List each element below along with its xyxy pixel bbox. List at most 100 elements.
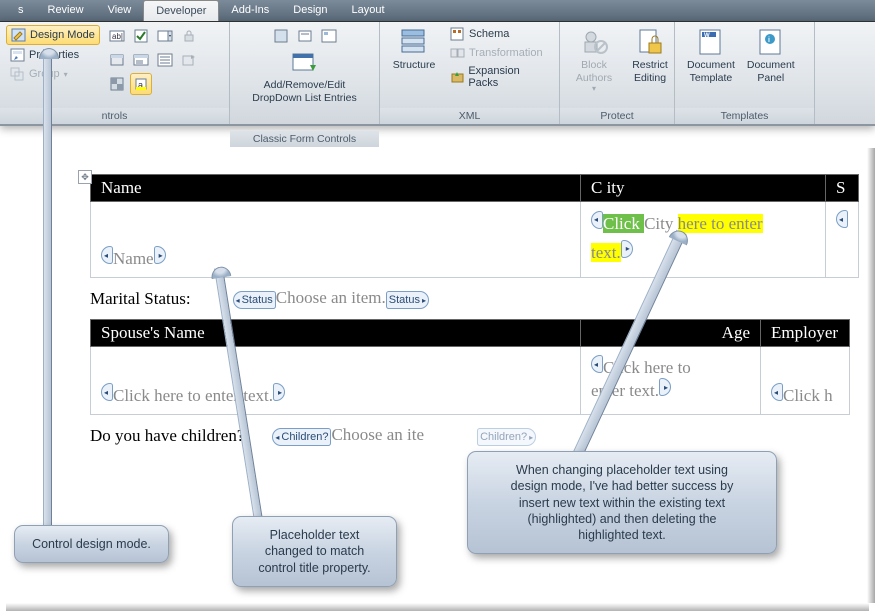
cfc-1[interactable] — [270, 25, 292, 47]
lock-button — [178, 25, 200, 47]
combobox-button[interactable] — [154, 25, 176, 47]
cell-name[interactable]: Name — [91, 202, 581, 278]
form-table-2: Spouse's Name Age Employer Click here to… — [90, 319, 850, 415]
s-tag-start[interactable] — [836, 210, 848, 228]
form-table-1: Name C ity S Name Click City here to ent… — [90, 174, 859, 278]
marital-status-label: Marital Status: — [90, 289, 203, 309]
cell-spouse[interactable]: Click here to enter text. — [91, 347, 581, 415]
tab-design[interactable]: Design — [281, 0, 339, 21]
transformation-icon — [450, 46, 465, 60]
children-label: Do you have children? — [90, 426, 256, 446]
expansion-packs-button[interactable]: Expansion Packs — [446, 63, 553, 91]
structure-button[interactable]: Structure — [386, 25, 442, 107]
emp-placeholder: Click h — [783, 386, 833, 405]
reset-button — [178, 49, 200, 71]
age-tag-end[interactable] — [659, 378, 671, 396]
reset-icon — [181, 52, 197, 68]
cell-employer[interactable]: Click h — [761, 347, 850, 415]
city-word: City — [644, 214, 678, 233]
dropdown-icon — [133, 52, 149, 68]
checkbox-button[interactable] — [130, 25, 152, 47]
listbox-button[interactable] — [154, 49, 176, 71]
svg-text:ab|: ab| — [112, 32, 123, 41]
restrict-editing-button[interactable]: Restrict Editing — [622, 25, 678, 107]
addremove-dropdown-button[interactable]: Add/Remove/Edit DropDown List Entries — [246, 49, 362, 131]
table-move-handle[interactable]: ✥ — [78, 170, 92, 184]
cell-s[interactable] — [826, 202, 859, 278]
document-template-icon: W — [696, 27, 726, 57]
listbox-icon — [157, 52, 173, 68]
frame-icon — [109, 52, 125, 68]
spouse-placeholder: Click here to enter text. — [113, 386, 273, 405]
name-tag-start[interactable] — [101, 246, 113, 264]
shading-button[interactable] — [106, 73, 128, 95]
bottom-shadow — [6, 603, 869, 611]
document-template-button[interactable]: W Document Template — [681, 25, 741, 107]
schema-label: Schema — [469, 28, 509, 40]
connector-1 — [43, 49, 52, 525]
tab-addins[interactable]: Add-Ins — [219, 0, 281, 21]
addremove-icon — [290, 51, 320, 77]
document-template-label: Document Template — [687, 59, 735, 84]
xml-group-label: XML — [380, 108, 559, 124]
structure-label: Structure — [393, 59, 436, 72]
controls-group-label: ntrols — [0, 108, 229, 124]
textbox-icon: ab| — [109, 28, 125, 44]
city-click: Click — [603, 214, 644, 233]
callout-highlight-tip: When changing placeholder text using des… — [467, 451, 777, 554]
th-city: C ity — [581, 175, 826, 202]
name-tag-end[interactable] — [154, 246, 166, 264]
city-tag-end[interactable] — [621, 240, 633, 258]
th-spouse: Spouse's Name — [91, 320, 581, 347]
cfc-2[interactable] — [294, 25, 316, 47]
th-age: Age — [581, 320, 761, 347]
th-name: Name — [91, 175, 581, 202]
children-tag-start[interactable]: Children? — [272, 428, 331, 446]
callout-design-mode: Control design mode. — [14, 525, 169, 563]
shading-icon — [109, 76, 125, 92]
design-mode-button[interactable]: Design Mode — [6, 25, 100, 45]
block-authors-label: Block Authors — [576, 59, 612, 84]
svg-text:W: W — [704, 33, 710, 39]
lock-icon — [181, 28, 197, 44]
th-s: S — [826, 175, 859, 202]
highlight-button[interactable]: a — [130, 73, 152, 95]
chevron-down-icon: ▾ — [592, 84, 596, 93]
schema-button[interactable]: Schema — [446, 25, 553, 43]
legacy-textbox-button[interactable]: ab| — [106, 25, 128, 47]
highlight-icon: a — [133, 76, 149, 92]
transformation-label: Transformation — [469, 47, 543, 59]
document-area: ✥ Name C ity S Name Click City here to e… — [0, 126, 875, 446]
emp-tag-start[interactable] — [771, 383, 783, 401]
callout-placeholder: Placeholder text changed to match contro… — [232, 516, 397, 587]
spouse-tag-start[interactable] — [101, 383, 113, 401]
cell-city[interactable]: Click City here to enter text. — [581, 202, 826, 278]
age-tag-start[interactable] — [591, 355, 603, 373]
group-button[interactable]: Group ▾ — [6, 65, 100, 83]
addremove-label: Add/Remove/Edit DropDown List Entries — [252, 79, 356, 104]
city-tag-start[interactable] — [591, 211, 603, 229]
children-tag-end[interactable]: Children? — [477, 428, 536, 446]
restrict-editing-icon — [635, 27, 665, 57]
tab-partial[interactable]: s — [6, 0, 36, 21]
ribbon-tabs: s Review View Developer Add-Ins Design L… — [0, 0, 875, 22]
schema-icon — [450, 27, 465, 41]
frame-button[interactable] — [106, 49, 128, 71]
document-panel-button[interactable]: i Document Panel — [741, 25, 801, 107]
status-placeholder: Choose an item. — [276, 288, 386, 307]
city-here: here to enter — [678, 214, 763, 233]
protect-group-label: Protect — [560, 108, 674, 124]
status-tag-start[interactable]: Status — [233, 291, 276, 309]
restrict-editing-label: Restrict Editing — [632, 59, 668, 84]
document-panel-label: Document Panel — [747, 59, 795, 84]
tab-view[interactable]: View — [96, 0, 144, 21]
tab-layout[interactable]: Layout — [340, 0, 397, 21]
spouse-tag-end[interactable] — [273, 383, 285, 401]
status-tag-end[interactable]: Status — [386, 291, 429, 309]
dropdown-button[interactable] — [130, 49, 152, 71]
ribbon: Design Mode Properties Group ▾ ab| — [0, 22, 875, 126]
tab-developer[interactable]: Developer — [143, 0, 219, 21]
tab-review[interactable]: Review — [36, 0, 96, 21]
block-authors-button: Block Authors ▾ — [566, 25, 622, 107]
cfc-3[interactable] — [318, 25, 340, 47]
